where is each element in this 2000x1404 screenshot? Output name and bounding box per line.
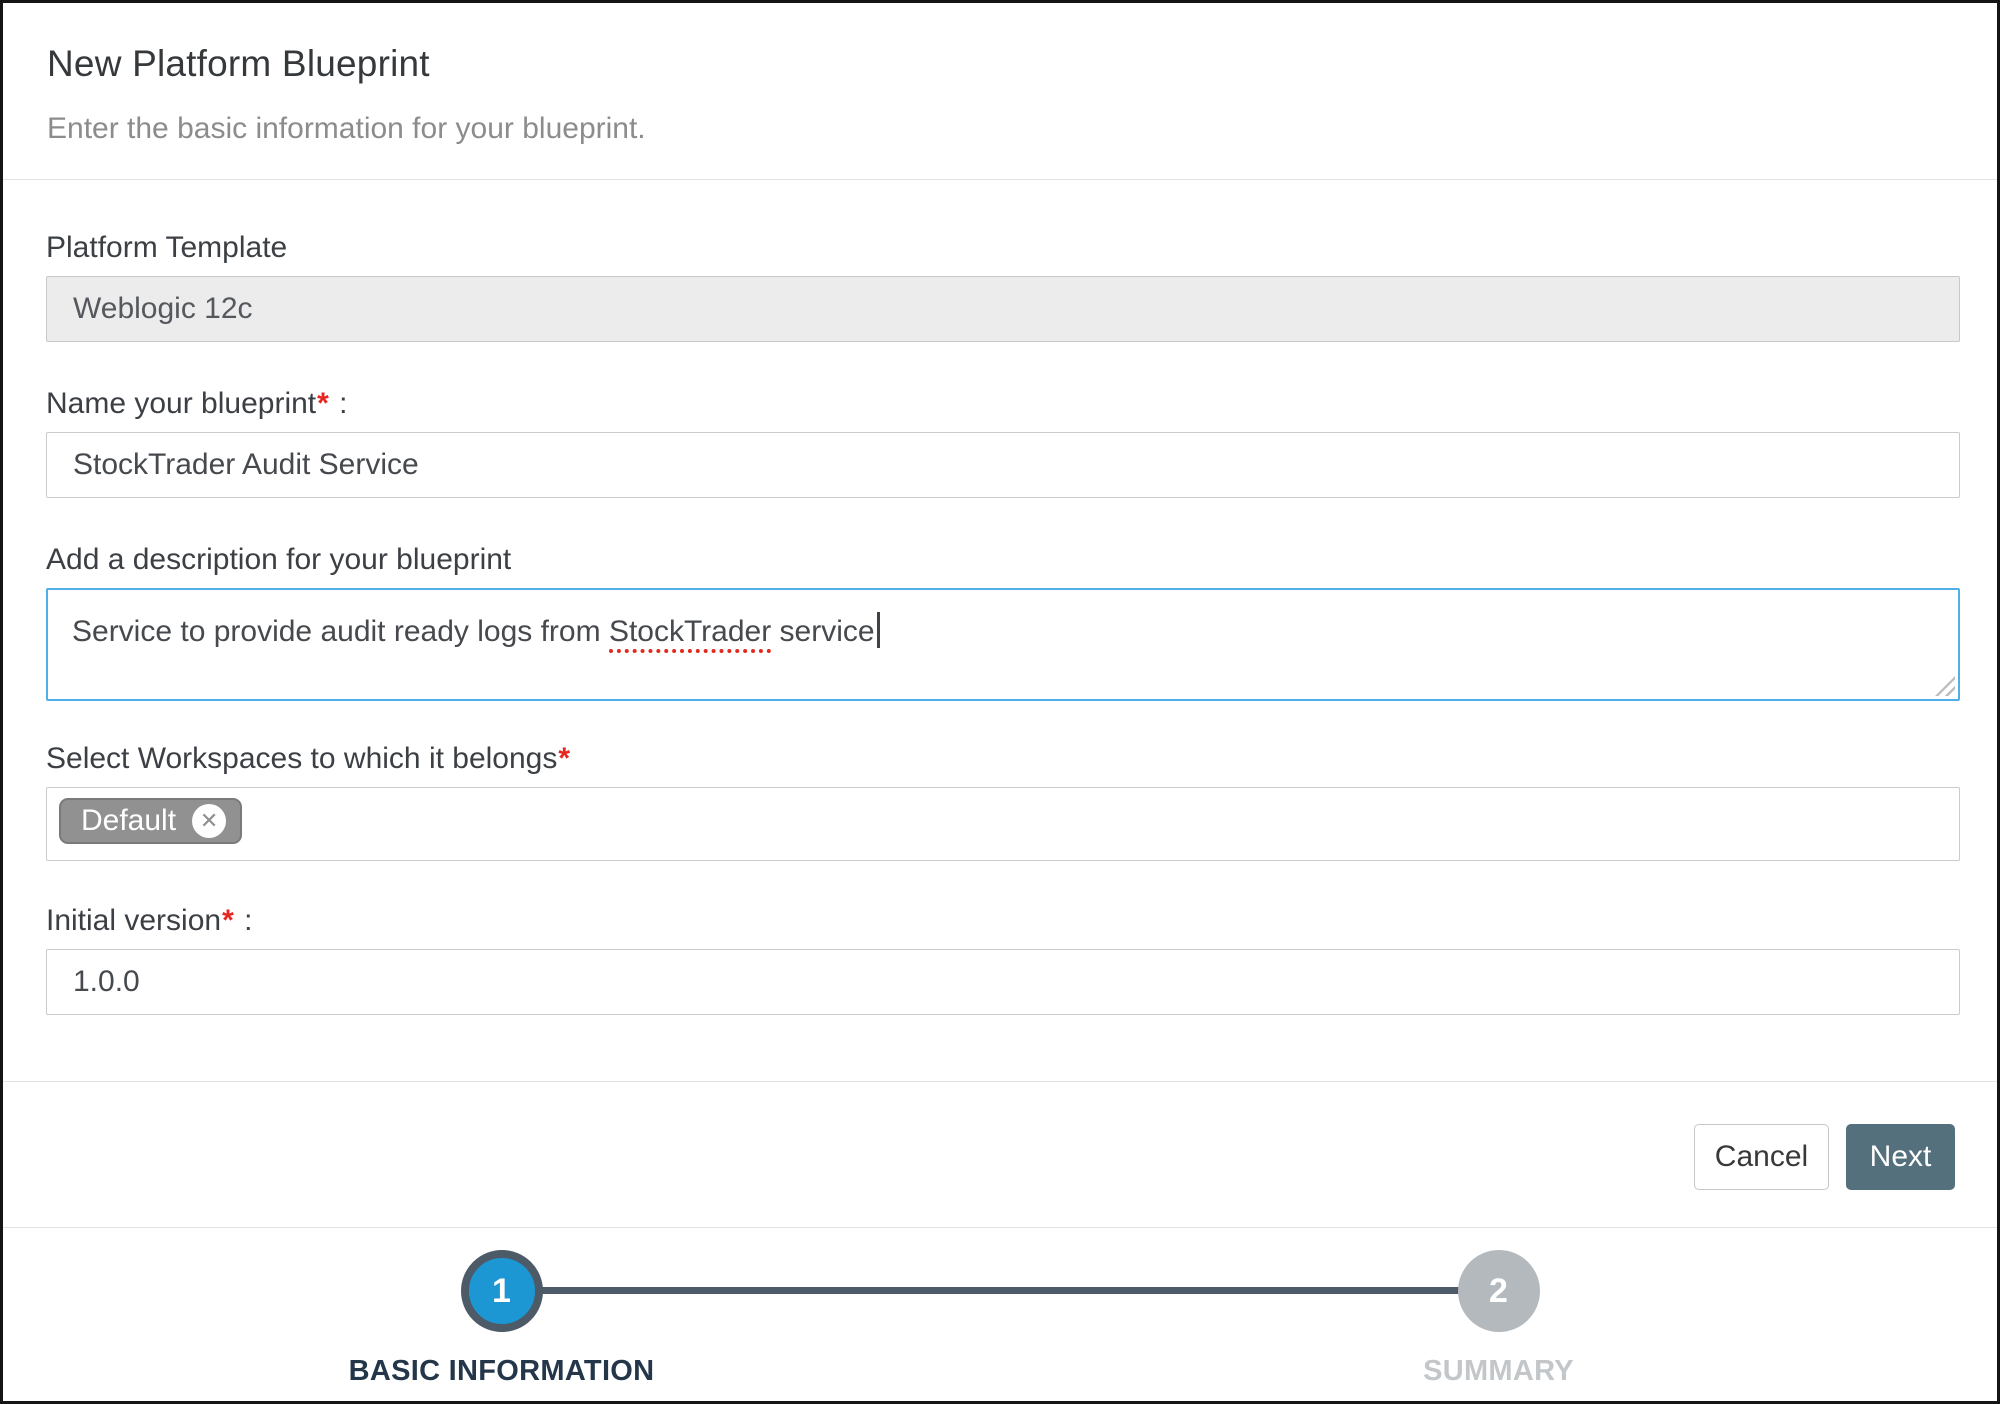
required-asterisk: *: [316, 387, 331, 420]
next-button[interactable]: Next: [1846, 1124, 1955, 1190]
cancel-button[interactable]: Cancel: [1694, 1124, 1829, 1190]
step-2-label: SUMMARY: [1423, 1355, 1574, 1388]
description-text-after: service: [771, 615, 874, 648]
required-asterisk: *: [221, 904, 236, 937]
page-title: New Platform Blueprint: [47, 43, 1953, 85]
platform-template-value: Weblogic 12c: [73, 292, 253, 326]
stepper-step-summary: 2 SUMMARY: [1289, 1250, 1709, 1388]
step-1-label: BASIC INFORMATION: [349, 1355, 655, 1388]
dialog-header: New Platform Blueprint Enter the basic i…: [3, 3, 1997, 180]
remove-tag-icon[interactable]: ✕: [192, 804, 226, 838]
initial-version-label: Initial version* :: [46, 903, 1954, 939]
new-platform-blueprint-dialog: New Platform Blueprint Enter the basic i…: [0, 0, 2000, 1404]
workspace-tag-label: Default: [81, 804, 176, 838]
wizard-stepper: 1 BASIC INFORMATION 2 SUMMARY: [3, 1227, 1997, 1404]
workspace-tag-default: Default ✕: [59, 798, 242, 844]
page-subtitle: Enter the basic information for your blu…: [47, 112, 1953, 146]
description-textarea[interactable]: Service to provide audit ready logs from…: [46, 588, 1960, 701]
platform-template-field: Weblogic 12c: [46, 276, 1960, 342]
initial-version-value: 1.0.0: [73, 965, 140, 999]
required-asterisk: *: [557, 742, 572, 775]
dialog-footer: Cancel Next: [3, 1081, 1997, 1227]
textarea-resize-grip-icon[interactable]: [1935, 676, 1955, 696]
blueprint-name-label: Name your blueprint* :: [46, 386, 1954, 422]
blueprint-form: Platform Template Weblogic 12c Name your…: [3, 230, 1997, 1015]
description-label: Add a description for your blueprint: [46, 542, 1954, 578]
platform-template-label: Platform Template: [46, 230, 1954, 266]
description-misspelled-word: StockTrader: [609, 615, 771, 653]
step-2-circle: 2: [1458, 1250, 1540, 1332]
text-cursor: [877, 612, 880, 648]
step-1-circle: 1: [461, 1250, 543, 1332]
stepper-step-basic-information: 1 BASIC INFORMATION: [292, 1250, 712, 1388]
workspaces-select[interactable]: Default ✕: [46, 787, 1960, 861]
blueprint-name-value: StockTrader Audit Service: [73, 448, 419, 482]
initial-version-input[interactable]: 1.0.0: [46, 949, 1960, 1015]
description-text-before: Service to provide audit ready logs from: [72, 615, 609, 648]
blueprint-name-input[interactable]: StockTrader Audit Service: [46, 432, 1960, 498]
workspaces-label: Select Workspaces to which it belongs*: [46, 741, 1954, 777]
